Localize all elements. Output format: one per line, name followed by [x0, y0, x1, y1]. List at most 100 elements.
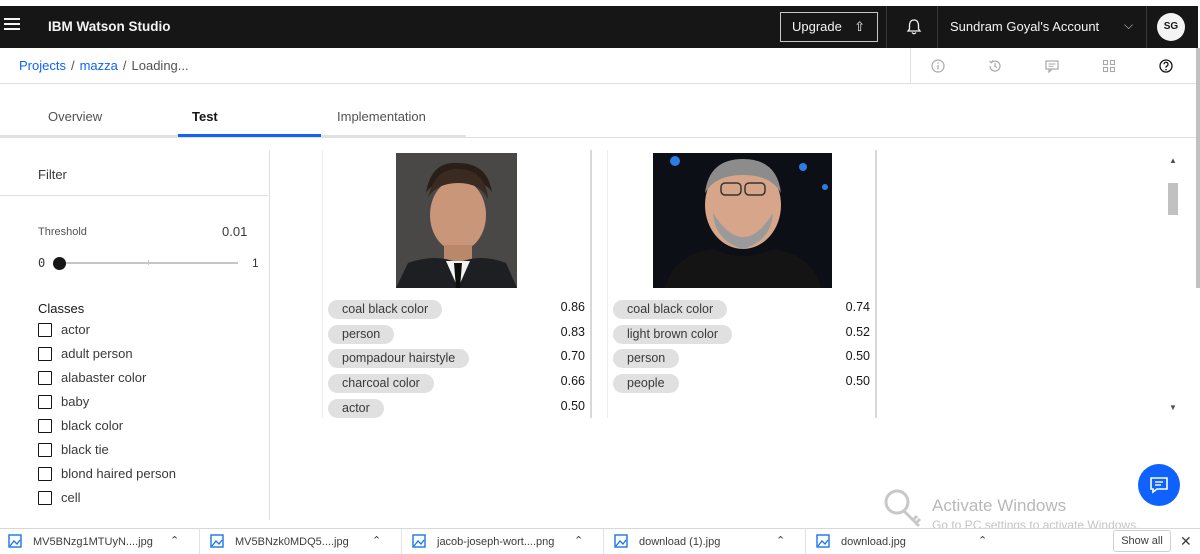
tag-chip: coal black color [328, 300, 443, 319]
chat-icon [1150, 477, 1168, 494]
results-scrollbar[interactable]: ▲ ▼ [1166, 150, 1180, 420]
tag-chip: charcoal color [328, 374, 434, 393]
checkbox[interactable] [38, 323, 52, 337]
download-divider [805, 529, 806, 554]
notification-bell-icon[interactable] [904, 17, 924, 37]
download-filename: jacob-joseph-wort....png [437, 536, 555, 548]
breadcrumb-project[interactable]: mazza [80, 58, 118, 73]
download-item[interactable]: jacob-joseph-wort....png ⌃ [404, 529, 602, 554]
tag-score: 0.66 [560, 374, 585, 388]
class-label: adult person [61, 346, 133, 361]
image-file-icon [210, 534, 224, 548]
checkbox[interactable] [38, 491, 52, 505]
tag-score: 0.52 [845, 325, 870, 339]
threshold-label: Threshold [38, 226, 87, 238]
chevron-up-icon[interactable]: ⌃ [170, 534, 179, 547]
result-photo [396, 153, 517, 288]
chevron-up-icon[interactable]: ⌃ [574, 534, 583, 547]
collaborators-icon[interactable] [1101, 58, 1117, 74]
chevron-up-icon[interactable]: ⌃ [978, 534, 987, 547]
results-area: coal black color 0.86 person 0.83 pompad… [270, 150, 1166, 518]
breadcrumb-current: Loading... [131, 58, 189, 73]
class-label: baby [61, 394, 90, 409]
download-filename: download (1).jpg [639, 536, 721, 548]
checkbox[interactable] [38, 467, 52, 481]
hamburger-menu-icon[interactable] [4, 18, 20, 34]
classes-title: Classes [38, 301, 85, 316]
checkbox[interactable] [38, 371, 52, 385]
class-label: cell [61, 490, 81, 505]
arrow-up-icon: ⇧ [854, 19, 865, 34]
tag-score: 0.50 [845, 374, 870, 388]
show-all-button[interactable]: Show all [1113, 530, 1171, 552]
header-divider [937, 6, 938, 48]
checkbox[interactable] [38, 347, 52, 361]
tab-overview[interactable]: Overview [0, 98, 178, 137]
header-divider [1146, 6, 1147, 48]
avatar[interactable]: SG [1157, 13, 1185, 41]
top-header: IBM Watson Studio Upgrade ⇧ Sundram Goya… [0, 6, 1198, 48]
download-item[interactable]: MV5BNzg1MTUyN....jpg ⌃ [0, 529, 198, 554]
tab-test[interactable]: Test [178, 98, 321, 137]
tag-chip: actor [328, 399, 384, 418]
breadcrumb-projects[interactable]: Projects [19, 58, 66, 73]
image-file-icon [8, 534, 22, 548]
download-item[interactable]: download.jpg ⌃ [808, 529, 1006, 554]
close-icon[interactable]: ✕ [1180, 533, 1192, 550]
history-icon[interactable] [987, 58, 1003, 74]
comment-icon[interactable] [1044, 58, 1060, 74]
download-filename: MV5BNzg1MTUyN....jpg [33, 536, 153, 548]
download-divider [199, 529, 200, 554]
tag-score: 0.70 [560, 349, 585, 363]
checkbox[interactable] [38, 443, 52, 457]
class-label: alabaster color [61, 370, 147, 385]
tag-chip: light brown color [613, 325, 733, 344]
tab-implementation[interactable]: Implementation [321, 98, 466, 137]
downloads-bar: MV5BNzg1MTUyN....jpg ⌃ MV5BNzk0MDQ5....j… [0, 528, 1200, 554]
image-file-icon [816, 534, 830, 548]
image-file-icon [412, 534, 426, 548]
filter-divider [0, 195, 268, 196]
tag-chip: pompadour hairstyle [328, 349, 470, 368]
chevron-up-icon[interactable]: ⌃ [372, 534, 381, 547]
class-label: black tie [61, 442, 109, 457]
help-icon[interactable] [1158, 58, 1174, 74]
scroll-up-arrow-icon[interactable]: ▲ [1169, 156, 1177, 165]
threshold-slider-thumb[interactable] [53, 257, 66, 270]
filter-title: Filter [38, 167, 67, 182]
tag-chip: coal black color [613, 300, 728, 319]
image-file-icon [614, 534, 628, 548]
chevron-down-icon[interactable]: ⌵ [1124, 18, 1133, 33]
download-filename: MV5BNzk0MDQ5....jpg [235, 536, 349, 548]
account-switcher[interactable]: Sundram Goyal's Account [950, 19, 1099, 34]
download-filename: download.jpg [841, 536, 906, 548]
breadcrumb-separator: / [70, 58, 75, 73]
result-card[interactable]: coal black color 0.86 person 0.83 pompad… [322, 150, 592, 418]
checkbox[interactable] [38, 419, 52, 433]
slider-max-label: 1 [252, 256, 259, 270]
tag-chip: people [613, 374, 679, 393]
chat-button[interactable] [1138, 464, 1180, 506]
slider-min-label: 0 [38, 256, 46, 270]
upgrade-button[interactable]: Upgrade ⇧ [780, 12, 878, 42]
download-item[interactable]: download (1).jpg ⌃ [606, 529, 804, 554]
breadcrumb-bar: Projects / mazza / Loading... [0, 48, 1200, 84]
checkbox[interactable] [38, 395, 52, 409]
scrollbar-thumb[interactable] [1168, 183, 1178, 215]
threshold-slider-track[interactable] [60, 260, 238, 265]
scroll-down-arrow-icon[interactable]: ▼ [1169, 403, 1177, 412]
chevron-up-icon[interactable]: ⌃ [776, 534, 785, 547]
download-divider [603, 529, 604, 554]
tag-chip: person [613, 349, 680, 368]
result-card[interactable]: coal black color 0.74 light brown color … [607, 150, 877, 418]
download-item[interactable]: MV5BNzk0MDQ5....jpg ⌃ [202, 529, 400, 554]
brand-title: IBM Watson Studio [48, 19, 171, 34]
tag-score: 0.83 [560, 325, 585, 339]
windows-key-icon [884, 489, 922, 528]
tag-score: 0.50 [845, 349, 870, 363]
class-label: actor [61, 322, 90, 337]
page-scrollbar-thumb[interactable] [1196, 48, 1200, 288]
activate-windows-title: Activate Windows [932, 496, 1067, 515]
info-icon[interactable] [930, 58, 946, 74]
slider-midpoint-tick [148, 260, 149, 265]
